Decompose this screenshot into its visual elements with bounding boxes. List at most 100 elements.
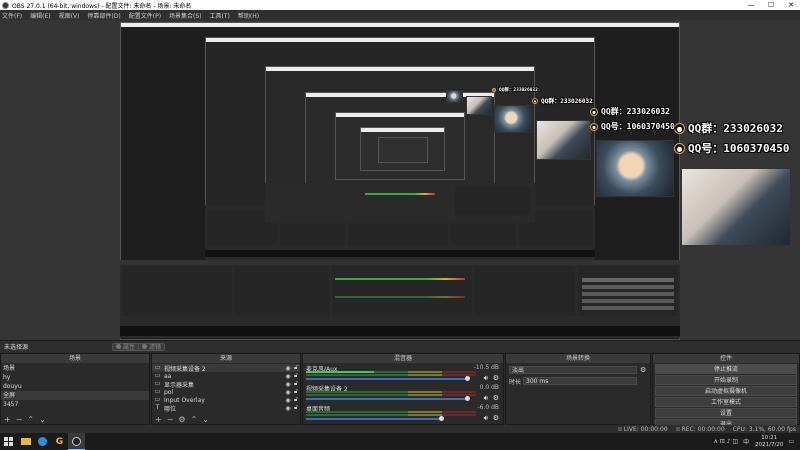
scene-item[interactable]: hy <box>1 373 149 382</box>
input-language-indicator[interactable]: 中 <box>743 437 749 446</box>
menu-edit[interactable]: 编辑(E) <box>30 11 50 20</box>
source-item[interactable]: ▭ pol ◉ 🔓︎ <box>152 388 300 396</box>
gear-icon[interactable]: ⚙ <box>493 414 499 422</box>
scene-item[interactable]: 全屏 <box>1 391 149 400</box>
controls-button-list: 停止推流开始录制启动虚拟摄像机工作室模式设置退出 <box>653 364 799 429</box>
move-up-button[interactable]: ⌃ <box>191 415 198 424</box>
add-scene-button[interactable]: + <box>4 415 11 424</box>
lock-icon[interactable]: 🔓︎ <box>292 404 300 412</box>
qq-group-overlay: QQ群：233026032 <box>532 96 593 105</box>
source-type-icon: T <box>155 404 160 411</box>
qq-group-overlay: QQ群：233026032 <box>674 120 783 136</box>
lock-icon[interactable]: 🔓︎ <box>292 380 300 388</box>
tray-icons[interactable]: ∧ ⊡ ♪ ◫ <box>713 438 738 445</box>
volume-slider[interactable] <box>306 398 468 400</box>
properties-button[interactable]: 属性 <box>112 342 140 351</box>
source-label: 视频采集设备 2 <box>164 365 206 373</box>
visibility-eye-icon[interactable]: ◉ <box>284 397 292 404</box>
mixer-dock-title: 混音器 <box>303 354 503 363</box>
remove-scene-button[interactable]: − <box>16 415 23 424</box>
speaker-icon[interactable]: 🔊︎ <box>484 374 488 383</box>
menu-file[interactable]: 文件(F) <box>2 11 22 20</box>
sources-toolbar: + − ⚙ ⌃ ⌄ <box>152 414 300 424</box>
close-button[interactable]: ✕ <box>782 0 800 10</box>
controls-dock: 控件 停止推流开始录制启动虚拟摄像机工作室模式设置退出 <box>652 353 800 429</box>
volume-slider-knob[interactable] <box>465 396 470 401</box>
preview-canvas[interactable]: QQ群：233026032 QQ号：1060370450 QQ群：2330260… <box>0 20 800 340</box>
move-up-button[interactable]: ⌃ <box>27 415 34 424</box>
qq-number-overlay: QQ号：1060370450 <box>674 140 789 156</box>
qq-group-overlay: QQ群：233026032 <box>590 106 670 117</box>
control-button[interactable]: 设置 <box>655 408 797 418</box>
menu-tools[interactable]: 工具(T) <box>210 11 230 20</box>
volume-slider-knob[interactable] <box>465 376 470 381</box>
volume-slider-knob[interactable] <box>439 416 444 421</box>
scene-list: 场景 hy douyu 全屏 3457 <box>1 363 149 409</box>
edge-browser-icon[interactable] <box>34 433 51 450</box>
gear-icon <box>116 344 121 349</box>
visibility-eye-icon[interactable]: ◉ <box>284 373 292 380</box>
scene-item[interactable]: douyu <box>1 382 149 391</box>
status-bar: LIVE: 00:00:00 REC: 00:00:00 CPU: 3.1%, … <box>0 425 800 433</box>
scene-item[interactable]: 3457 <box>1 400 149 409</box>
nested-obs-docks <box>265 183 535 223</box>
transition-duration-input[interactable]: 300 ms <box>523 377 637 385</box>
windows-start-icon[interactable] <box>0 433 17 450</box>
g-app-icon[interactable]: G <box>51 433 68 450</box>
menu-help[interactable]: 帮助(H) <box>238 11 259 20</box>
rec-indicator-icon <box>675 427 680 431</box>
volume-meter <box>306 371 476 373</box>
file-explorer-icon[interactable] <box>17 433 34 450</box>
visibility-eye-icon[interactable]: ◉ <box>284 389 292 396</box>
gear-icon[interactable]: ⚙ <box>493 394 499 402</box>
qq-group-overlay: QQ群：233026032 <box>492 87 538 93</box>
control-button[interactable]: 停止推流 <box>655 364 797 374</box>
source-item[interactable]: T 哪位 ◉ 🔓︎ <box>152 404 300 413</box>
camera-overlay <box>536 120 591 160</box>
sources-dock-title: 来源 <box>152 354 300 363</box>
notification-icon[interactable]: ▭ <box>788 438 794 445</box>
live-status: LIVE: 00:00:00 <box>617 426 668 433</box>
lock-icon[interactable]: 🔓︎ <box>292 396 300 404</box>
lock-icon[interactable]: 🔓︎ <box>292 388 300 396</box>
visibility-eye-icon[interactable]: ◉ <box>284 365 292 372</box>
camera-overlay <box>596 140 674 197</box>
minimize-button[interactable]: — <box>742 0 760 10</box>
move-down-button[interactable]: ⌄ <box>39 415 46 424</box>
visibility-eye-icon[interactable]: ◉ <box>284 381 292 388</box>
source-label: pol <box>164 388 174 396</box>
control-button[interactable]: 工作室模式 <box>655 397 797 407</box>
filters-button[interactable]: 滤镜 <box>138 342 166 351</box>
menu-docks[interactable]: 停靠部件(D) <box>87 11 120 20</box>
source-item[interactable]: ▭ 显示器采集 ◉ 🔓︎ <box>152 380 300 389</box>
scene-item[interactable]: 场景 <box>1 364 149 373</box>
source-label: aa <box>164 372 172 380</box>
obs-taskbar-icon[interactable] <box>68 433 85 450</box>
volume-slider[interactable] <box>306 378 468 380</box>
transition-settings-gear-icon[interactable]: ⚙ <box>640 366 646 374</box>
speaker-icon[interactable]: 🔊︎ <box>484 414 488 423</box>
source-label: 哪位 <box>164 405 177 413</box>
source-properties-gear-icon[interactable]: ⚙ <box>178 415 185 424</box>
taskbar-clock[interactable]: 10:21 2021/7/20 <box>755 435 783 449</box>
move-down-button[interactable]: ⌄ <box>202 415 209 424</box>
remove-source-button[interactable]: − <box>167 415 174 424</box>
maximize-button[interactable]: ☐ <box>762 0 780 10</box>
add-source-button[interactable]: + <box>155 415 162 424</box>
menu-profile[interactable]: 配置文件(P) <box>129 11 161 20</box>
visibility-eye-icon[interactable]: ◉ <box>284 405 292 412</box>
transition-type-select[interactable]: 淡出 <box>509 366 637 374</box>
menu-scene-collection[interactable]: 场景集合(S) <box>169 11 202 20</box>
source-item[interactable]: ▭ 视频采集设备 2 ◉ 🔓︎ <box>152 364 300 373</box>
control-button[interactable]: 开始录制 <box>655 375 797 385</box>
nested-frame <box>378 137 428 163</box>
camera-overlay <box>466 96 492 115</box>
volume-slider[interactable] <box>306 418 442 420</box>
menu-view[interactable]: 视图(V) <box>59 11 80 20</box>
gear-icon[interactable]: ⚙ <box>493 374 499 382</box>
speaker-icon[interactable]: 🔊︎ <box>484 394 488 403</box>
lock-icon[interactable]: 🔓︎ <box>292 364 300 372</box>
control-button[interactable]: 启动虚拟摄像机 <box>655 386 797 396</box>
nested-obs-docks <box>120 260 680 338</box>
lock-icon[interactable]: 🔓︎ <box>292 372 300 380</box>
